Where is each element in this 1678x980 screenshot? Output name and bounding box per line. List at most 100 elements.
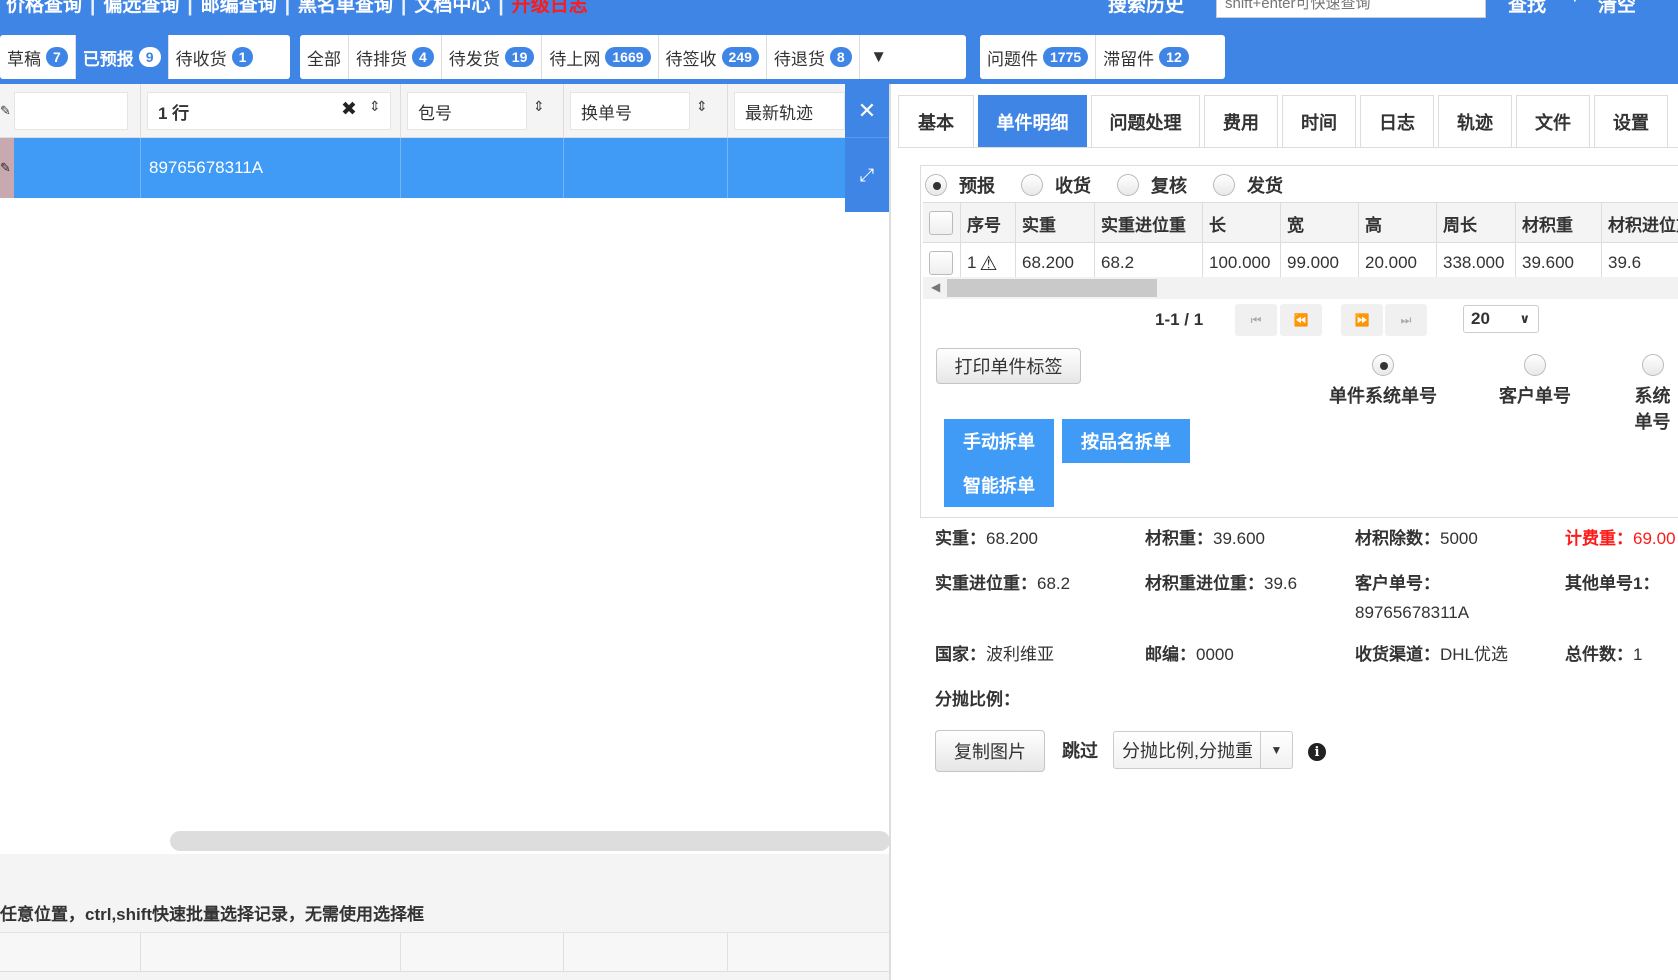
row-tracking-cell[interactable]: 89765678311A	[141, 138, 401, 198]
tab-piece-detail[interactable]: 单件明细	[978, 95, 1087, 147]
sort-icon[interactable]: ⇕	[696, 98, 708, 115]
status-tab-label: 待发货	[448, 49, 500, 69]
status-tab-label: 滞留件	[1103, 49, 1155, 69]
info-icon[interactable]: i	[1308, 743, 1326, 761]
horizontal-scrollbar[interactable]	[170, 831, 890, 851]
count-badge: 9	[138, 47, 161, 67]
col-height: 高	[1359, 203, 1437, 243]
copy-image-button[interactable]: 复制图片	[935, 730, 1045, 772]
manual-split-button[interactable]: 手动拆单	[944, 419, 1054, 463]
radio-recheck[interactable]: 复核	[1117, 172, 1187, 198]
status-tab-label: 待上网	[549, 49, 601, 69]
radio-ship[interactable]: 发货	[1213, 172, 1283, 198]
col-vol-round: 材积进位重	[1608, 215, 1678, 235]
field-label: 客户单号：	[1355, 574, 1440, 593]
sort-icon[interactable]: ⇕	[533, 98, 545, 115]
new-no-filter-input[interactable]: 换单号	[570, 92, 690, 130]
field-label: 总件数：	[1565, 645, 1633, 664]
prev-page-button[interactable]: ⏪	[1280, 304, 1322, 336]
status-tab-awaiting-online[interactable]: 待上网 1669	[542, 35, 659, 79]
status-tab-problem[interactable]: 问题件 1775	[980, 35, 1097, 79]
nav-remote-query[interactable]: 偏远查询	[103, 0, 179, 16]
tab-issue-handling[interactable]: 问题处理	[1091, 95, 1200, 147]
status-tab-label: 待排货	[356, 49, 407, 69]
nav-doc-center[interactable]: 文档中心	[414, 0, 490, 16]
edit-icon[interactable]: ✎	[0, 160, 11, 176]
status-tab-forecast[interactable]: 已预报 9	[75, 35, 169, 79]
row-select-cell[interactable]: ✎	[0, 138, 141, 198]
bag-no-filter-input[interactable]: 包号	[407, 92, 527, 130]
status-tab-awaiting-arrange[interactable]: 待排货 4	[349, 35, 442, 79]
count-badge: 8	[829, 47, 852, 67]
scroll-left-icon[interactable]: ◀	[931, 280, 940, 294]
status-tab-awaiting-ship[interactable]: 待发货 19	[442, 35, 543, 79]
pieces-field: 总件数：1	[1565, 640, 1642, 665]
separator-dot: ·	[1572, 0, 1578, 10]
select-filter-input[interactable]	[14, 92, 128, 130]
print-label-button[interactable]: 打印单件标签	[936, 348, 1081, 384]
search-input[interactable]	[1216, 0, 1486, 18]
edit-icon[interactable]: ✎	[0, 103, 11, 119]
select-all-checkbox[interactable]	[929, 211, 953, 235]
radio-customer-no[interactable]: 客户单号	[1499, 354, 1571, 408]
clear-filter-icon[interactable]: ✖	[341, 98, 357, 121]
sort-icon[interactable]: ⇕	[369, 98, 381, 115]
status-tab-awaiting-sign[interactable]: 待签收 249	[659, 35, 767, 79]
scroll-thumb[interactable]	[947, 279, 1157, 297]
nav-postcode-query[interactable]: 邮编查询	[201, 0, 277, 16]
first-page-button[interactable]: ⏮	[1235, 304, 1277, 336]
skip-fields-select[interactable]: 分抛比例,分抛重 ▼	[1113, 731, 1293, 769]
radio-system-no[interactable]: 系统单号	[1627, 354, 1678, 434]
tab-log[interactable]: 日志	[1360, 95, 1434, 147]
latest-track-filter-input[interactable]: 最新轨迹	[734, 92, 845, 130]
last-page-button[interactable]: ⏭	[1385, 304, 1427, 336]
expand-panel-button[interactable]: ⤢	[845, 138, 889, 212]
skip-fields-value: 分抛比例,分抛重	[1122, 741, 1254, 761]
caret-down-icon[interactable]: ▼	[1260, 732, 1292, 768]
nav-upgrade-log[interactable]: 升级日志	[512, 0, 588, 16]
row-checkbox[interactable]	[929, 251, 953, 275]
radio-piece-system-no[interactable]: 单件系统单号	[1329, 354, 1437, 408]
customer-no-value: 89765678311A	[1355, 603, 1470, 622]
nav-blacklist-query[interactable]: 黑名单查询	[298, 0, 393, 16]
actual-round-field: 实重进位重：68.2	[935, 569, 1070, 594]
vol-divisor-field: 材积除数：5000	[1355, 524, 1478, 549]
search-history-link[interactable]: 搜索历史	[1108, 0, 1184, 17]
table-row[interactable]: ✎ 89765678311A	[0, 138, 845, 198]
radio-label: 预报	[959, 176, 995, 196]
row-latest-cell[interactable]	[728, 138, 845, 198]
page-info: 1-1 / 1	[1155, 310, 1204, 329]
nav-price-query[interactable]: 价格查询	[6, 0, 82, 16]
clear-button[interactable]: 清空	[1598, 0, 1636, 17]
status-tab-awaiting-receipt[interactable]: 待收货 1	[169, 35, 261, 79]
smart-split-button[interactable]: 智能拆单	[944, 463, 1054, 507]
status-tab-all[interactable]: 全部	[300, 35, 349, 79]
tab-track[interactable]: 轨迹	[1438, 95, 1512, 147]
field-value: 5000	[1440, 529, 1478, 548]
split-by-name-button[interactable]: 按品名拆单	[1062, 419, 1190, 463]
nav-separator: |	[284, 0, 291, 16]
table-horizontal-scrollbar[interactable]: ◀	[923, 277, 1678, 299]
panel-divider[interactable]	[889, 84, 891, 980]
status-tab-draft[interactable]: 草稿 7	[0, 35, 76, 79]
tab-fees[interactable]: 费用	[1204, 95, 1278, 147]
close-panel-button[interactable]: ✕	[845, 84, 889, 138]
radio-receive[interactable]: 收货	[1021, 172, 1091, 198]
more-status-dropdown[interactable]: ▼	[860, 35, 898, 79]
table-pager: 1-1 / 1 ⏮ ⏪ ⏩ ⏭ 20 ∨	[923, 300, 1678, 340]
tab-settings[interactable]: 设置	[1594, 95, 1668, 147]
tab-files[interactable]: 文件	[1516, 95, 1590, 147]
row-bag-no-cell[interactable]	[401, 138, 564, 198]
piece-table: 序号 实重 实重进位重 长 宽 高 周长 材积重 材积进位重 1⚠ 68.200…	[923, 202, 1678, 283]
page-size-select[interactable]: 20 ∨	[1463, 305, 1539, 333]
search-button[interactable]: 查找	[1508, 0, 1546, 17]
radio-forecast[interactable]: 预报	[925, 172, 995, 198]
status-tab-stranded[interactable]: 滞留件 12	[1096, 35, 1196, 79]
next-page-button[interactable]: ⏩	[1341, 304, 1383, 336]
tab-basic[interactable]: 基本	[898, 95, 974, 147]
tab-time[interactable]: 时间	[1282, 95, 1356, 147]
radio-unchecked-icon	[1641, 354, 1664, 376]
field-label: 其他单号1：	[1565, 574, 1660, 593]
row-new-no-cell[interactable]	[564, 138, 728, 198]
status-tab-awaiting-return[interactable]: 待退货 8	[767, 35, 860, 79]
